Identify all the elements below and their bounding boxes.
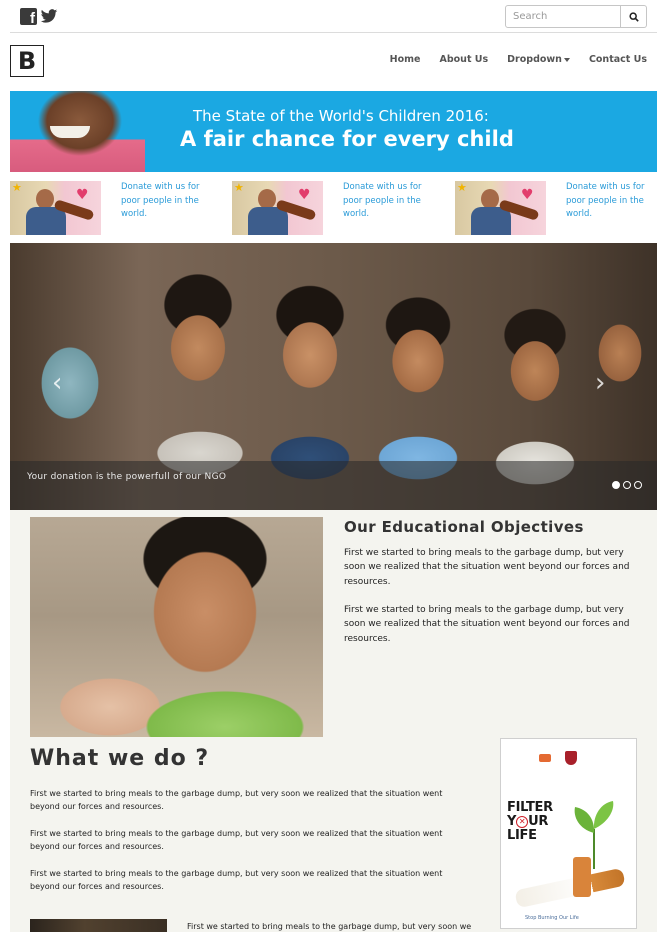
nav-about[interactable]: About Us xyxy=(440,54,489,65)
what-we-do-title: What we do ? xyxy=(30,746,210,771)
heart-icon: ♥ xyxy=(298,187,311,203)
what-we-do-paragraph: First we started to bring meals to the g… xyxy=(30,789,443,811)
poster-footer: Stop Burning Our Life xyxy=(525,915,579,921)
donate-item[interactable]: ★ ♥ Donate with us for poor people in th… xyxy=(455,181,662,235)
filter-your-life-poster[interactable]: FILTER Y ✕ UR LIFE Stop Burning Our Life xyxy=(500,738,637,929)
carousel-caption-bar: Your donation is the powerfull of our NG… xyxy=(10,461,657,510)
education-paragraph: First we started to bring meals to the g… xyxy=(344,548,630,587)
nav-dropdown-label: Dropdown xyxy=(507,54,562,65)
search-input[interactable] xyxy=(505,5,621,28)
banner-title: The State of the World's Children 2016: xyxy=(193,107,489,125)
poster-line-2-b: UR xyxy=(528,814,549,829)
poster-line-3: LIFE xyxy=(507,828,537,843)
navbar: B Home About Us Dropdown Contact Us xyxy=(10,33,657,91)
donate-thumbnail: ★ ♥ xyxy=(10,181,101,235)
heart-icon: ♥ xyxy=(521,187,534,203)
what-we-do-paragraph: First we started to bring meals to the g… xyxy=(30,869,443,891)
heart-icon: ♥ xyxy=(76,187,89,203)
carousel-dot[interactable] xyxy=(612,481,620,489)
top-bar xyxy=(10,0,657,33)
nav-home[interactable]: Home xyxy=(390,54,421,65)
poster-line-2: Y ✕ UR xyxy=(507,815,567,829)
carousel-caption: Your donation is the powerfull of our NG… xyxy=(27,472,227,482)
nav-contact[interactable]: Contact Us xyxy=(589,54,647,65)
chevron-right-icon[interactable]: › xyxy=(595,368,605,398)
poster-line-1: FILTER xyxy=(507,800,553,815)
carousel-indicators xyxy=(612,481,642,489)
no-smoking-icon: ✕ xyxy=(516,815,529,828)
nav-links: Home About Us Dropdown Contact Us xyxy=(390,54,647,65)
poster-title: FILTER Y ✕ UR LIFE xyxy=(507,801,567,843)
donate-item[interactable]: ★ ♥ Donate with us for poor people in th… xyxy=(232,181,442,235)
poster-line-2-a: Y xyxy=(507,814,517,829)
what-we-do-paragraph: First we started to bring meals to the g… xyxy=(30,829,443,851)
image-carousel[interactable]: ‹ › Your donation is the powerfull of ou… xyxy=(10,243,657,510)
nav-dropdown[interactable]: Dropdown xyxy=(507,54,570,65)
search-button[interactable] xyxy=(621,5,647,28)
education-paragraph: First we started to bring meals to the g… xyxy=(344,605,630,644)
donate-link[interactable]: Donate with us for poor people in the wo… xyxy=(343,181,438,222)
donate-link[interactable]: Donate with us for poor people in the wo… xyxy=(566,181,661,222)
star-icon: ★ xyxy=(457,181,467,194)
carousel-dot[interactable] xyxy=(623,481,631,489)
filter-pot-image xyxy=(573,857,591,897)
poster-logos xyxy=(539,751,577,765)
cigarette-image xyxy=(514,867,626,909)
education-title: Our Educational Objectives xyxy=(344,518,584,536)
banner-child-photo xyxy=(10,91,145,172)
facebook-icon[interactable] xyxy=(20,8,37,27)
chevron-left-icon[interactable]: ‹ xyxy=(52,368,62,398)
bottom-paragraph: First we started to bring meals to the g… xyxy=(187,922,472,931)
caret-down-icon xyxy=(563,57,570,62)
donate-link[interactable]: Donate with us for poor people in the wo… xyxy=(121,181,216,222)
star-icon: ★ xyxy=(234,181,244,194)
crest-icon xyxy=(565,751,577,765)
org-logo-icon xyxy=(539,754,551,762)
star-icon: ★ xyxy=(12,181,22,194)
content-panel: Our Educational Objectives First we star… xyxy=(10,510,657,932)
carousel-dot[interactable] xyxy=(634,481,642,489)
logo[interactable]: B xyxy=(10,45,44,77)
banner-headline: A fair chance for every child xyxy=(180,127,514,151)
bottom-photo xyxy=(30,919,167,932)
twitter-icon[interactable] xyxy=(40,8,58,25)
magnifier-icon xyxy=(628,11,639,22)
donate-thumbnail: ★ ♥ xyxy=(455,181,546,235)
social-links xyxy=(20,8,58,27)
donate-thumbnail: ★ ♥ xyxy=(232,181,323,235)
donate-item[interactable]: ★ ♥ Donate with us for poor people in th… xyxy=(10,181,220,235)
smiling-child-photo xyxy=(30,517,323,737)
search-form xyxy=(505,5,647,28)
hero-banner[interactable]: The State of the World's Children 2016: … xyxy=(10,91,657,172)
